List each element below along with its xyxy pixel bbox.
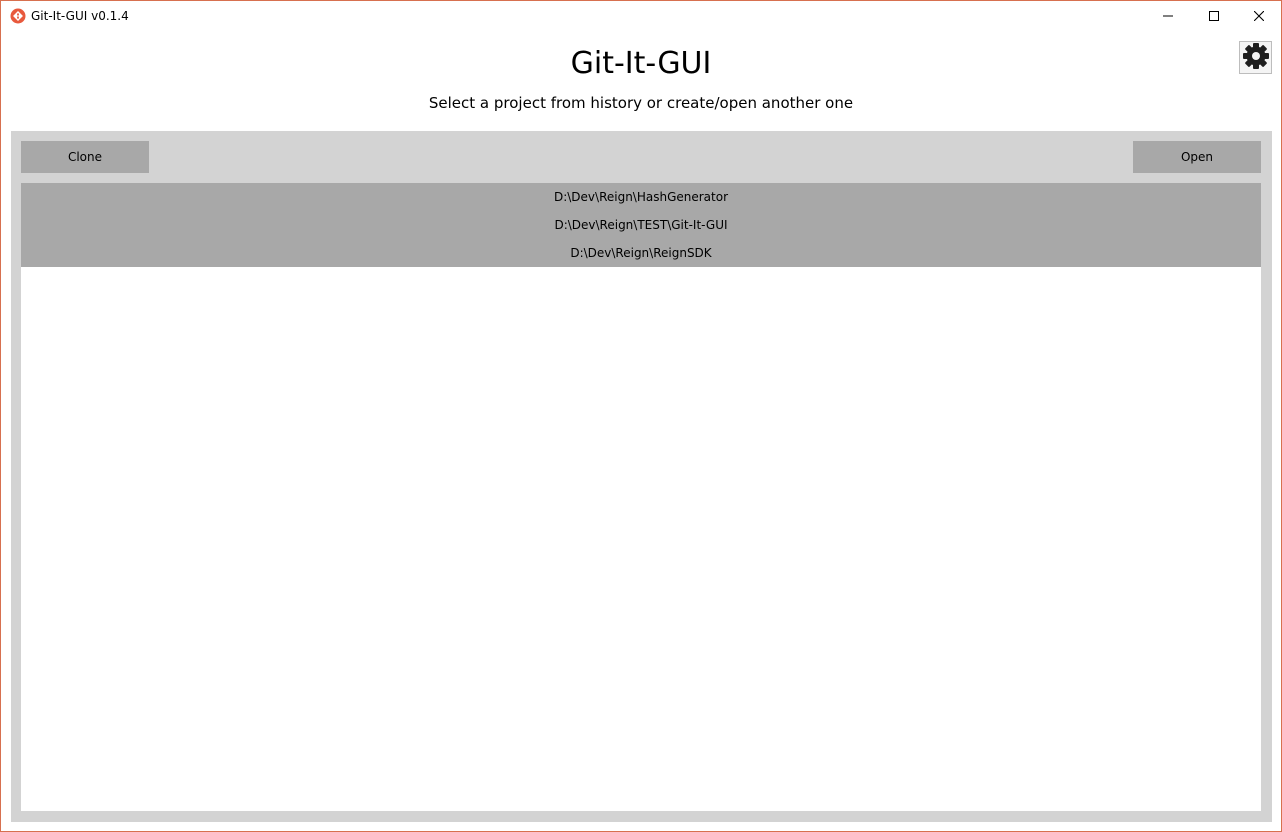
page-subtitle: Select a project from history or create/… (428, 94, 854, 112)
gear-icon (1242, 42, 1270, 74)
history-item[interactable]: D:\Dev\Reign\HashGenerator (21, 183, 1261, 211)
settings-button[interactable] (1239, 41, 1272, 74)
window-title: Git-It-GUI v0.1.4 (31, 9, 129, 23)
close-button[interactable] (1236, 1, 1281, 31)
title-bar[interactable]: Git-It-GUI v0.1.4 (1, 1, 1281, 31)
close-icon (1254, 11, 1264, 21)
open-button[interactable]: Open (1133, 141, 1261, 173)
maximize-button[interactable] (1191, 1, 1237, 31)
page-title: Git-It-GUI (570, 46, 712, 81)
clone-button[interactable]: Clone (21, 141, 149, 173)
maximize-icon (1209, 11, 1219, 21)
history-list[interactable]: D:\Dev\Reign\HashGenerator D:\Dev\Reign\… (21, 183, 1261, 811)
minimize-button[interactable] (1145, 1, 1191, 31)
history-item[interactable]: D:\Dev\Reign\ReignSDK (21, 239, 1261, 267)
minimize-icon (1163, 11, 1173, 21)
app-logo-icon (10, 8, 26, 24)
history-item[interactable]: D:\Dev\Reign\TEST\Git-It-GUI (21, 211, 1261, 239)
main-panel: Clone Open D:\Dev\Reign\HashGenerator D:… (11, 131, 1272, 822)
app-window: Git-It-GUI v0.1.4 Git-It-GUI Select a pr… (0, 0, 1282, 832)
